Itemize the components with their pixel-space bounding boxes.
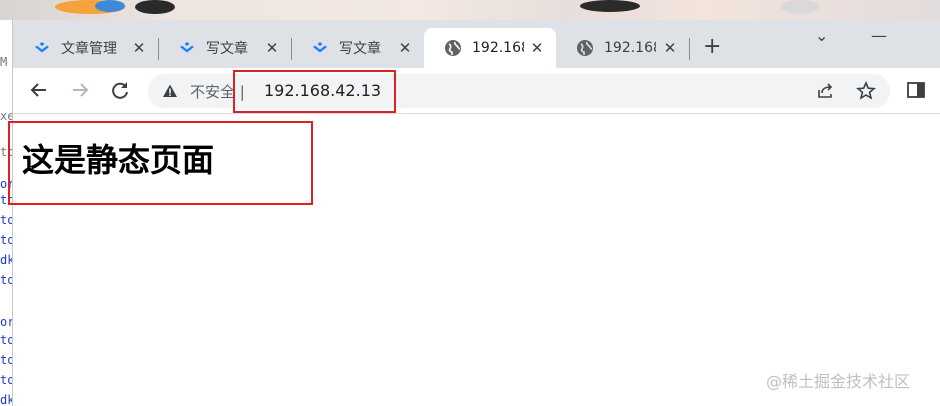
close-tab-icon[interactable]: ✕ [528, 39, 546, 57]
tab-ip-2[interactable]: 192.168 ✕ [556, 28, 689, 68]
reload-icon[interactable] [108, 78, 132, 102]
wallpaper-shape [580, 0, 640, 12]
background-editor-strip: M xe to or to to to dk to or to to to dk [0, 20, 13, 406]
close-tab-icon[interactable]: ✕ [263, 39, 281, 57]
side-panel-icon[interactable] [906, 80, 926, 100]
tab-write-article[interactable]: 写文章 ✕ [158, 28, 291, 68]
globe-icon [445, 40, 461, 56]
close-tab-icon[interactable]: ✕ [396, 39, 414, 57]
new-tab-button[interactable]: + [703, 35, 721, 59]
share-icon[interactable] [816, 81, 836, 101]
wallpaper-shape [135, 0, 175, 14]
back-arrow-icon[interactable] [27, 78, 51, 102]
wallpaper-shape [95, 0, 125, 12]
wallpaper-shape [780, 0, 820, 14]
tab-article-manage[interactable]: 文章管理 ✕ [13, 28, 158, 68]
tab-title: 文章管理 [61, 41, 117, 57]
juejin-logo-icon [35, 42, 49, 53]
tab-active-ip[interactable]: 192.168 ✕ [424, 28, 556, 68]
warning-triangle-icon[interactable] [162, 83, 178, 99]
tab-search-chevron-icon[interactable]: ⌄ [815, 26, 828, 45]
desktop-background [0, 0, 940, 20]
forward-arrow-icon[interactable] [68, 78, 92, 102]
heading-annotation-box [8, 121, 313, 205]
juejin-logo-icon [313, 42, 327, 53]
globe-icon [577, 40, 593, 56]
close-tab-icon[interactable]: ✕ [130, 39, 148, 57]
tab-title: 写文章 [339, 41, 381, 57]
tab-divider [689, 38, 690, 60]
tab-title: 192.168 [472, 40, 524, 56]
tab-write-article-2[interactable]: 写文章 ✕ [291, 28, 424, 68]
browser-window: 文章管理 ✕ 写文章 ✕ 写文章 ✕ 192.16 ✕ 192.16 ✕ + ⌄… [13, 20, 940, 406]
tab-title: 192.168 [604, 40, 656, 56]
tab-title: 写文章 [206, 41, 248, 57]
watermark-text: @稀土掘金技术社区 [766, 372, 911, 391]
browser-toolbar: 不安全 | 192.168.42.13 [13, 68, 940, 114]
minimize-button[interactable]: — [871, 26, 887, 45]
juejin-logo-icon [180, 42, 194, 53]
tab-strip: 文章管理 ✕ 写文章 ✕ 写文章 ✕ 192.16 ✕ 192.16 ✕ + ⌄… [13, 20, 940, 68]
url-annotation-box [233, 70, 396, 113]
close-tab-icon[interactable]: ✕ [661, 39, 679, 57]
bookmark-star-icon[interactable] [856, 81, 876, 101]
